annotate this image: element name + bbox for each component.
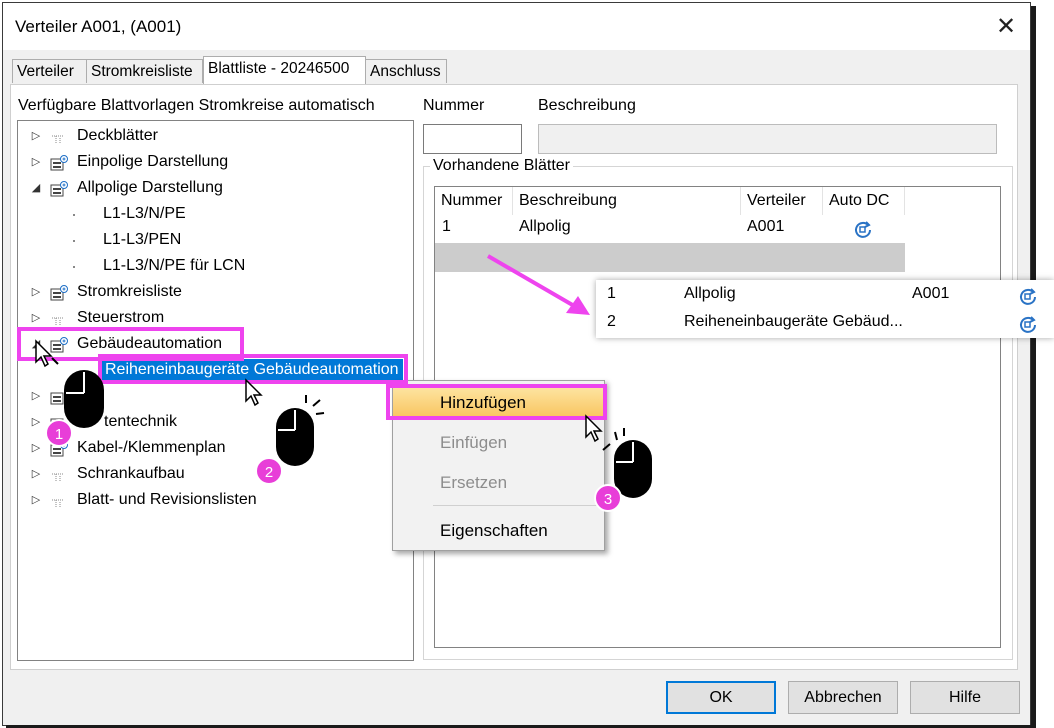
help-button[interactable]: Hilfe: [910, 681, 1020, 714]
group-title: Vorhandene Blätter: [430, 157, 573, 175]
title-bar: Verteiler A001, (A001) ✕: [3, 3, 1030, 50]
column-header-verteiler[interactable]: Verteiler: [741, 187, 823, 215]
menu-separator: [433, 505, 599, 506]
tree-item-partial-technik[interactable]: ▷ tentechnik: [18, 410, 413, 436]
tree-item-label: S: [91, 387, 102, 404]
template-tree[interactable]: ▷ Deckblätter ▷ Einpolige Darstellung ◢ …: [17, 120, 414, 661]
expand-arrow-icon[interactable]: ▷: [30, 311, 42, 324]
tree-line: [73, 240, 75, 242]
tree-line: [73, 266, 75, 268]
window-title: Verteiler A001, (A001): [15, 17, 182, 36]
menu-item-ersetzen[interactable]: Ersetzen: [393, 466, 604, 500]
table-row: 2 Reiheneinbaugeräte Gebäud...: [596, 310, 1054, 337]
cell-verteiler: A001: [912, 285, 950, 302]
sheet-template-icon: [50, 392, 64, 405]
zoom-callout: 1 Allpolig A001 2 Reiheneinbaugeräte Geb…: [596, 280, 1054, 338]
window-shadow: [1031, 6, 1036, 728]
expand-arrow-icon[interactable]: ▷: [30, 155, 42, 168]
expand-arrow-icon[interactable]: ▷: [30, 493, 42, 506]
tree-item-l1-l3-pen[interactable]: L1-L3/PEN: [18, 228, 413, 254]
refresh-icon[interactable]: [853, 219, 873, 239]
highlight-menu-item: [386, 384, 607, 420]
tree-item-label: Kabel-/Klemmenplan: [77, 439, 226, 456]
cancel-button[interactable]: Abbrechen: [788, 681, 898, 714]
expand-arrow-icon[interactable]: ▷: [30, 285, 42, 298]
nummer-label: Nummer: [423, 97, 485, 114]
expand-arrow-icon[interactable]: ▷: [30, 415, 42, 428]
nummer-input[interactable]: [423, 124, 522, 154]
step-badge-3: 3: [594, 484, 622, 512]
beschreibung-input: [538, 124, 997, 154]
tree-item-deckblaetter[interactable]: ▷ Deckblätter: [18, 124, 413, 150]
cell-nummer: 2: [607, 313, 616, 330]
refresh-icon: [1020, 316, 1036, 333]
cell-beschreibung: Allpolig: [684, 285, 736, 302]
table-row: 1 Allpolig A001: [596, 282, 1054, 309]
tree-item-l1-l3-n-pe-lcn[interactable]: L1-L3/N/PE für LCN: [18, 254, 413, 280]
tree-item-allpolig[interactable]: ◢ Allpolige Darstellung: [18, 176, 413, 202]
tree-item-label: Allpolige Darstellung: [77, 179, 223, 196]
dotted-folder-icon: [52, 473, 64, 482]
tree-item-blattlisten[interactable]: ▷ Blatt- und Revisionslisten: [18, 488, 413, 514]
menu-item-label: Ersetzen: [440, 473, 508, 492]
column-header-auto-dc[interactable]: Auto DC: [823, 187, 905, 215]
expand-arrow-icon[interactable]: ▷: [30, 467, 42, 480]
highlight-selected-item: [98, 354, 408, 384]
tree-item-l1-l3-n-pe[interactable]: L1-L3/N/PE: [18, 202, 413, 228]
step-badge-1: 1: [45, 419, 73, 447]
tab-blattliste[interactable]: Blattliste - 20246500: [203, 56, 366, 84]
tab-stromkreisliste[interactable]: Stromkreisliste: [86, 59, 203, 83]
tree-item-label: Schrankaufbau: [77, 465, 185, 482]
column-header-nummer[interactable]: Nummer: [435, 187, 513, 215]
tree-item-label: tentechnik: [104, 413, 177, 430]
cell-beschreibung: Reiheneinbaugeräte Gebäud...: [684, 313, 903, 330]
menu-item-label: Einfügen: [440, 433, 508, 452]
menu-item-einfuegen[interactable]: Einfügen: [393, 426, 604, 460]
table-row-empty[interactable]: [435, 243, 905, 272]
cell-beschreibung: Allpolig: [519, 218, 571, 235]
collapse-arrow-icon[interactable]: ◢: [30, 181, 42, 194]
left-panel-label: Verfügbare Blattvorlagen Stromkreise aut…: [18, 97, 375, 114]
expand-arrow-icon[interactable]: ▷: [30, 441, 42, 454]
menu-item-eigenschaften[interactable]: Eigenschaften: [393, 514, 604, 548]
tree-item-label: Deckblätter: [77, 127, 158, 144]
tree-item-label: Stromkreisliste: [77, 283, 182, 300]
tree-item-label: L1-L3/N/PE: [103, 205, 186, 222]
sheet-template-icon: [50, 285, 68, 301]
dotted-folder-icon: [52, 317, 64, 326]
tree-item-label: Steuerstrom: [77, 309, 165, 326]
expand-arrow-icon[interactable]: ▷: [30, 389, 42, 402]
sheet-template-icon: [50, 181, 68, 197]
sheet-template-icon: [50, 155, 68, 171]
tree-item-schrankaufbau[interactable]: ▷ Schrankaufbau: [18, 462, 413, 488]
menu-item-label: Eigenschaften: [440, 521, 548, 540]
expand-arrow-icon[interactable]: ▷: [30, 129, 42, 142]
tree-item-kabel[interactable]: ▷ Kabel-/Klemmenplan: [18, 436, 413, 462]
column-header-beschreibung[interactable]: Beschreibung: [513, 187, 741, 215]
tree-item-label: Blatt- und Revisionslisten: [77, 491, 257, 508]
dotted-folder-icon: [52, 135, 64, 144]
cell-nummer: 1: [442, 218, 451, 235]
refresh-icon: [1020, 288, 1036, 305]
tree-item-label: Einpolige Darstellung: [77, 153, 229, 170]
table-row[interactable]: 1 Allpolig A001: [435, 215, 905, 241]
tree-item-einpolig[interactable]: ▷ Einpolige Darstellung: [18, 150, 413, 176]
dotted-folder-icon: [52, 499, 64, 508]
tree-item-label: L1-L3/N/PE für LCN: [103, 257, 246, 274]
beschreibung-label: Beschreibung: [538, 97, 636, 114]
ok-button[interactable]: OK: [666, 681, 776, 714]
close-icon[interactable]: ✕: [991, 13, 1021, 41]
tree-item-label: L1-L3/PEN: [103, 231, 182, 248]
tree-item-stromkreisliste[interactable]: ▷ Stromkreisliste: [18, 280, 413, 306]
cell-verteiler: A001: [747, 218, 785, 235]
step-badge-2: 2: [255, 457, 283, 485]
tab-anschluss[interactable]: Anschluss: [365, 59, 447, 83]
tree-line: [73, 214, 75, 216]
tree-item-partial-s[interactable]: ▷ S: [18, 384, 413, 410]
grid-header: Nummer Beschreibung Verteiler Auto DC: [435, 187, 905, 215]
tab-verteiler[interactable]: Verteiler: [12, 59, 87, 83]
cell-nummer: 1: [607, 285, 616, 302]
